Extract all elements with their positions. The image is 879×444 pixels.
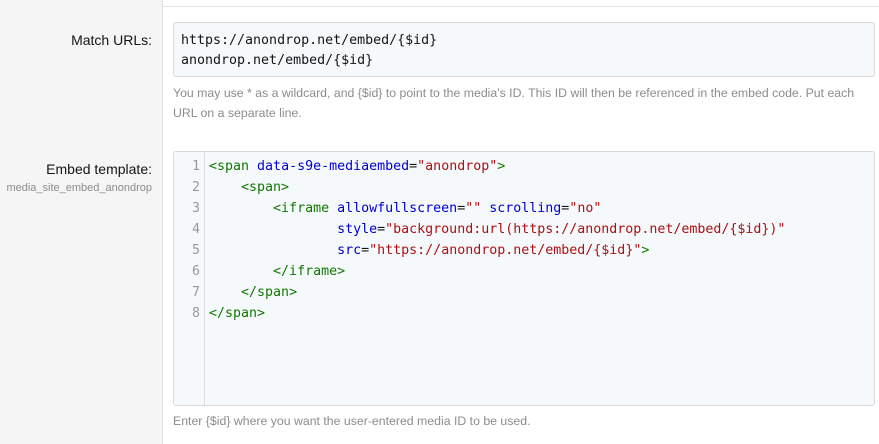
embed-template-label: Embed template: xyxy=(46,161,152,177)
section-divider xyxy=(163,6,879,7)
line-number: 6 xyxy=(191,264,200,279)
embed-template-sublabel: media_site_embed_anondrop xyxy=(6,182,152,194)
code-token: data-s9e-mediaembed xyxy=(257,159,410,174)
match-urls-hint: You may use * as a wildcard, and {$id} t… xyxy=(173,86,855,120)
line-number: 4 xyxy=(191,222,200,237)
match-url-line: https://anondrop.net/embed/{$id} xyxy=(181,33,438,48)
line-number: 2 xyxy=(191,180,200,195)
code-token: = xyxy=(377,222,386,237)
code-token: = xyxy=(457,201,466,216)
line-number: 1 xyxy=(191,159,200,174)
line-number: 8 xyxy=(191,306,200,321)
code-token: <iframe xyxy=(273,201,338,216)
code-line: </span> xyxy=(209,303,265,324)
line-number: 7 xyxy=(191,285,200,300)
match-urls-textarea[interactable]: https://anondrop.net/embed/{$id} anondro… xyxy=(173,22,875,77)
code-token: </span> xyxy=(209,306,266,321)
code-token: "background:url(https://anondrop.net/emb… xyxy=(385,222,786,237)
code-line: <span data-s9e-mediaembed="anondrop"> xyxy=(209,156,505,177)
code-token: = xyxy=(409,159,418,174)
match-url-line: anondrop.net/embed/{$id} xyxy=(181,53,374,68)
line-number: 3 xyxy=(191,201,200,216)
label-column xyxy=(0,0,163,444)
code-token: allowfullscreen xyxy=(337,201,458,216)
code-line: src="https://anondrop.net/embed/{$id}"> xyxy=(209,240,649,261)
embed-template-hint: Enter {$id} where you want the user-ente… xyxy=(173,414,531,428)
code-token: src xyxy=(337,243,362,258)
line-number-gutter: 1 2 3 4 5 6 7 8 xyxy=(174,152,205,405)
code-token: "no" xyxy=(569,201,602,216)
code-line: </span> xyxy=(209,282,297,303)
code-token: <span xyxy=(209,159,258,174)
code-token: "anondrop" xyxy=(417,159,498,174)
code-line: </iframe> xyxy=(209,261,345,282)
match-urls-label: Match URLs: xyxy=(71,32,152,48)
code-token: > xyxy=(497,159,506,174)
code-token: <span> xyxy=(241,180,290,195)
code-line: <iframe allowfullscreen="" scrolling="no… xyxy=(209,198,601,219)
code-token: </span> xyxy=(241,285,298,300)
code-token: </iframe> xyxy=(273,264,346,279)
line-number: 5 xyxy=(191,243,200,258)
code-line: style="background:url(https://anondrop.n… xyxy=(209,219,785,240)
code-token: > xyxy=(641,243,650,258)
code-token: "https://anondrop.net/embed/{$id}" xyxy=(369,243,642,258)
code-token: = xyxy=(361,243,370,258)
code-token: "" xyxy=(465,201,482,216)
code-token: style xyxy=(337,222,378,237)
code-line: <span> xyxy=(209,177,289,198)
code-token: scrolling xyxy=(489,201,562,216)
embed-template-code-editor[interactable]: 12345678 <span data-s9e-mediaembed="anon… xyxy=(173,151,875,406)
